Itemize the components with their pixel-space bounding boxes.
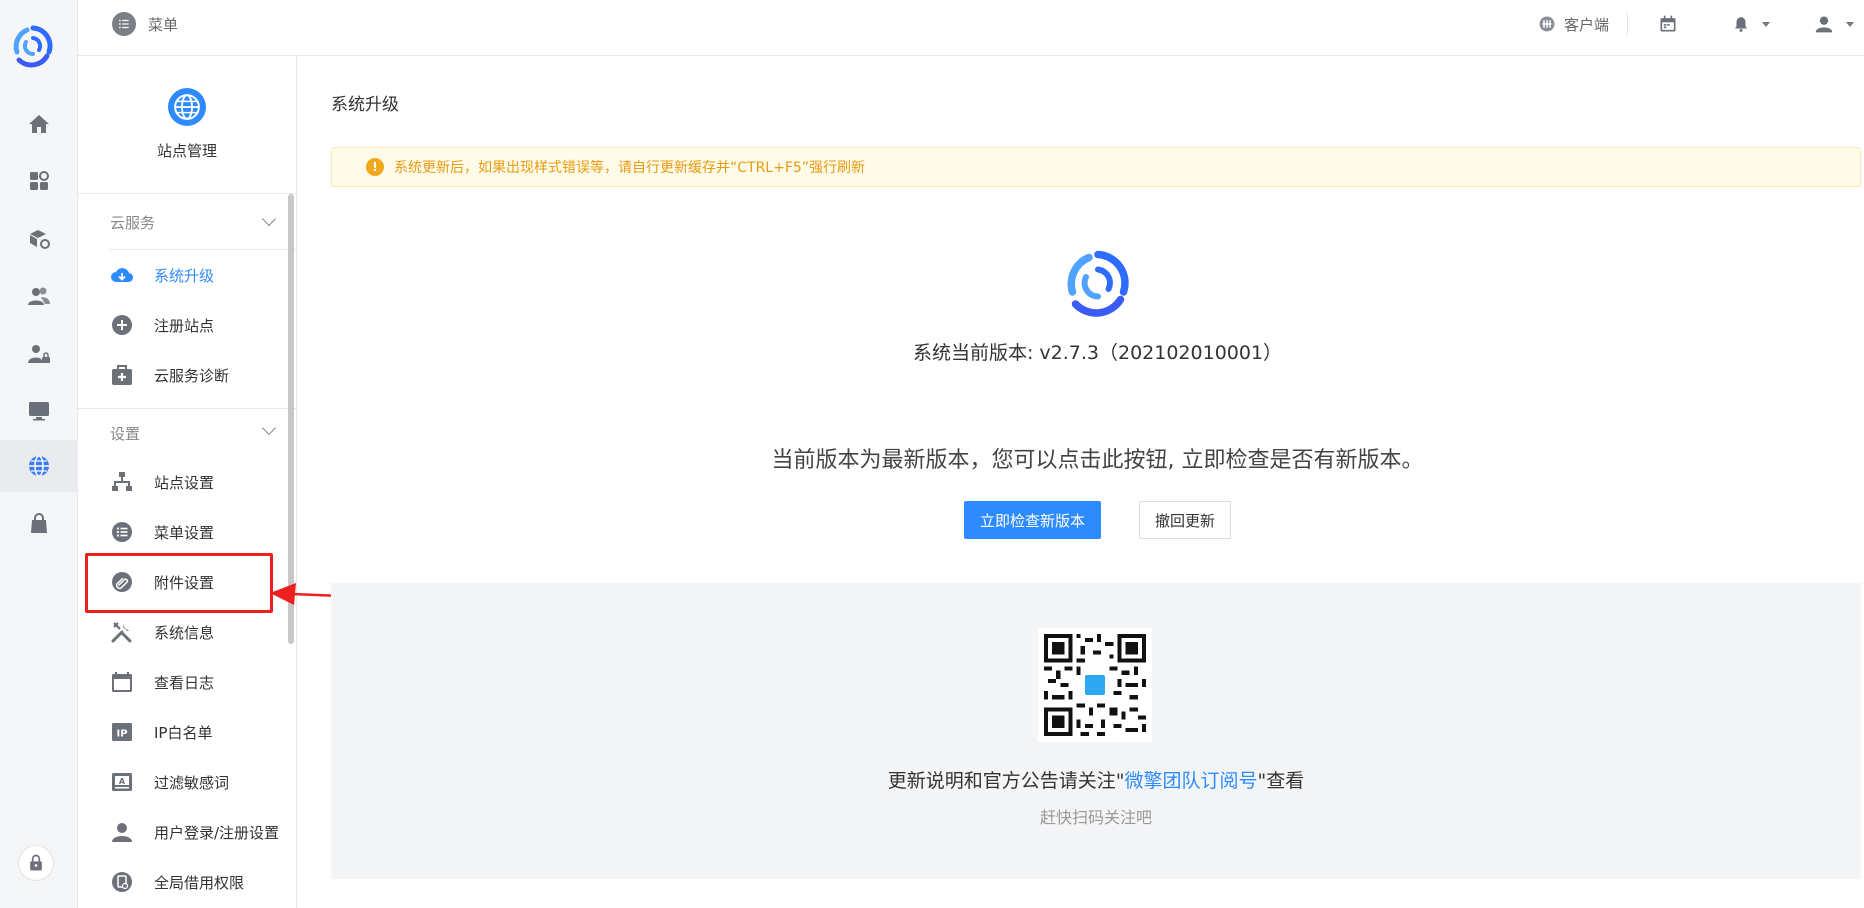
top-bar-actions: 客户端: [1520, 0, 1864, 48]
permission-icon: [110, 870, 134, 894]
sidebar-group-cloud: 云服务 系统升级 注册站点 云服务诊断: [78, 194, 296, 409]
users-icon: [28, 287, 50, 305]
shopping-bag-icon: [31, 513, 47, 533]
check-update-button[interactable]: 立即检查新版本: [963, 501, 1101, 539]
client-label: 客户端: [1563, 15, 1609, 34]
rollback-update-button[interactable]: 撤回更新: [1139, 501, 1232, 539]
calendar-icon: [110, 670, 134, 694]
rail-site-button[interactable]: [0, 440, 78, 492]
brand-logo-icon: [1067, 250, 1129, 317]
notice-text: 系统更新后，如果出现样式错误等，请自行更新缓存并“CTRL+F5”强行刷新: [394, 160, 866, 176]
sidebar-group-title[interactable]: 设置: [78, 409, 296, 457]
sitemap-icon: [110, 470, 134, 494]
chevron-down-icon: [261, 211, 277, 227]
user-menu-button[interactable]: [1794, 0, 1864, 48]
action-buttons: 立即检查新版本 撤回更新: [331, 501, 1864, 539]
user-icon: [1815, 16, 1833, 33]
svg-text:IP: IP: [116, 729, 127, 740]
notice-banner: ! 系统更新后，如果出现样式错误等，请自行更新缓存并“CTRL+F5”强行刷新: [331, 147, 1861, 187]
sidebar-item-cloud-diagnosis[interactable]: 云服务诊断: [78, 350, 296, 400]
qr-code-image: [1038, 628, 1152, 742]
chevron-down-icon: [1762, 21, 1770, 27]
home-icon: [29, 115, 49, 133]
rail-users-button[interactable]: [0, 270, 78, 322]
warning-icon: !: [366, 158, 384, 176]
main-content: 系统升级 ! 系统更新后，如果出现样式错误等，请自行更新缓存并“CTRL+F5”…: [331, 56, 1864, 908]
sidebar-item-system-info[interactable]: 系统信息: [78, 607, 296, 657]
apps-icon: [30, 171, 49, 190]
menu-label: 菜单: [148, 15, 179, 34]
wrench-icon: [110, 620, 134, 644]
notifications-button[interactable]: [1708, 0, 1794, 48]
box-gear-icon: [30, 230, 50, 249]
globe-icon: [29, 455, 49, 477]
rail-user-lock-button[interactable]: [0, 328, 78, 380]
client-icon: [1539, 16, 1555, 32]
menu-toggle-button[interactable]: 菜单: [112, 12, 178, 36]
client-button[interactable]: 客户端: [1520, 0, 1627, 48]
lock-screen-button[interactable]: [18, 845, 54, 881]
chevron-down-icon: [261, 420, 277, 436]
list-icon: [110, 520, 134, 544]
sidebar-header: 站点管理: [78, 56, 296, 194]
sidebar-item-menu-settings[interactable]: 菜单设置: [78, 507, 296, 557]
subscription-link[interactable]: 微擎团队订阅号: [1124, 770, 1257, 792]
ip-icon: IP: [110, 720, 134, 744]
sidebar-title: 站点管理: [156, 142, 217, 160]
latest-version-text: 当前版本为最新版本，您可以点击此按钮, 立即检查是否有新版本。: [771, 448, 1424, 473]
secondary-sidebar: 站点管理 云服务 系统升级 注册站点 云服务诊断 设置 站点设置 菜单设置 附件…: [78, 56, 297, 908]
chevron-down-icon: [1846, 21, 1854, 27]
rail-home-button[interactable]: [0, 98, 78, 150]
rail-shop-button[interactable]: [0, 498, 78, 550]
icon-rail: [0, 0, 78, 908]
brand-logo-icon[interactable]: [9, 22, 57, 70]
divider: [110, 249, 296, 250]
monitor-icon: [29, 402, 49, 421]
globe-icon: [168, 88, 206, 126]
page-title: 系统升级: [331, 95, 399, 115]
rail-monitor-button[interactable]: [0, 385, 78, 437]
calendar-icon: [1660, 15, 1676, 32]
sidebar-item-global-permissions[interactable]: 全局借用权限: [78, 857, 296, 907]
bell-icon: [1735, 17, 1747, 32]
medical-kit-icon: [110, 363, 134, 387]
rail-modules-button[interactable]: [0, 213, 78, 265]
current-version-text: 系统当前版本: v2.7.3（202102010001）: [912, 342, 1283, 364]
calendar-button[interactable]: [1628, 0, 1708, 48]
lock-icon: [30, 854, 42, 871]
list-icon: [112, 12, 136, 36]
sidebar-group-title[interactable]: 云服务: [78, 194, 296, 250]
sidebar-item-ip-whitelist[interactable]: IP IP白名单: [78, 707, 296, 757]
user-lock-icon: [28, 345, 50, 363]
cloud-download-icon: [110, 263, 134, 287]
sidebar-item-view-logs[interactable]: 查看日志: [78, 657, 296, 707]
filter-text-icon: A: [110, 770, 134, 794]
user-icon: [110, 820, 134, 844]
annotation-highlight-box: [85, 553, 273, 613]
sidebar-item-system-upgrade[interactable]: 系统升级: [78, 250, 296, 300]
promo-text: 更新说明和官方公告请关注"微擎团队订阅号"查看: [887, 770, 1305, 792]
promo-subtext: 赶快扫码关注吧: [1039, 808, 1152, 827]
plus-circle-icon: [110, 313, 134, 337]
top-bar: 菜单 客户端: [78, 0, 1864, 56]
rail-apps-button[interactable]: [0, 155, 78, 207]
sidebar-item-register-site[interactable]: 注册站点: [78, 300, 296, 350]
sidebar-group-settings: 设置 站点设置 菜单设置 附件设置 系统信息 查看日志 IP IP白名单 A 过…: [78, 409, 296, 907]
sidebar-item-site-settings[interactable]: 站点设置: [78, 457, 296, 507]
svg-text:A: A: [119, 777, 126, 786]
sidebar-item-user-login-settings[interactable]: 用户登录/注册设置: [78, 807, 296, 857]
sidebar-item-filter-words[interactable]: A 过滤敏感词: [78, 757, 296, 807]
promo-panel: 更新说明和官方公告请关注"微擎团队订阅号"查看 赶快扫码关注吧: [331, 583, 1861, 879]
